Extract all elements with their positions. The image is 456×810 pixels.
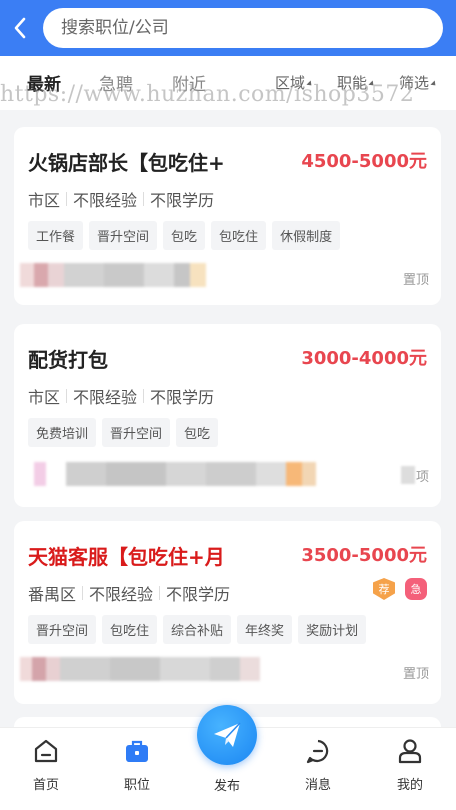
- nav-messages-label: 消息: [304, 778, 331, 793]
- divider: [143, 192, 145, 206]
- job-card[interactable]: 配货打包 3000-4000元 市区 不限经验 不限学历 免费培训 晋升空间 包…: [14, 324, 441, 507]
- job-tag: 休假制度: [272, 221, 341, 250]
- job-experience: 不限经验: [73, 191, 138, 210]
- dropdown-triangle-icon: [430, 79, 438, 88]
- job-card[interactable]: 火锅店部长【包吃住+ 4500-5000元 市区 不限经验 不限学历 工作餐 晋…: [14, 127, 441, 305]
- job-meta: 番禺区 不限经验 不限学历: [28, 581, 230, 605]
- job-experience: 不限经验: [73, 388, 138, 407]
- job-badges: 荐 急: [373, 578, 427, 600]
- job-salary: 3500-5000元: [301, 545, 427, 566]
- user-icon: [398, 739, 422, 764]
- pinned-label: 项: [415, 470, 429, 485]
- job-tag: 综合补贴: [163, 615, 232, 644]
- job-tag: 年终奖: [237, 615, 293, 644]
- job-education: 不限学历: [166, 585, 231, 604]
- dropdown-triangle-icon: [306, 79, 314, 88]
- divider: [143, 389, 145, 403]
- nav-jobs[interactable]: 职位: [107, 738, 167, 793]
- filter-region-label: 区域: [275, 74, 306, 92]
- job-title: 火锅店部长【包吃住+: [28, 151, 225, 175]
- publish-button[interactable]: [197, 705, 257, 765]
- company-info-blurred: [20, 657, 260, 681]
- divider: [82, 586, 84, 600]
- job-tags: 工作餐 晋升空间 包吃 包吃住 休假制度: [28, 221, 341, 250]
- job-tag: 晋升空间: [28, 615, 97, 644]
- search-input[interactable]: [61, 18, 443, 38]
- tab-nearby[interactable]: 附近: [172, 70, 206, 95]
- tab-latest[interactable]: 最新: [27, 70, 61, 95]
- job-tag: 包吃: [163, 221, 206, 250]
- search-box[interactable]: [43, 8, 443, 48]
- back-button[interactable]: [0, 0, 40, 56]
- job-title: 配货打包: [28, 348, 108, 372]
- job-education: 不限学历: [150, 388, 215, 407]
- job-salary: 3000-4000元: [301, 348, 427, 369]
- dropdown-triangle-icon: [368, 79, 376, 88]
- job-education: 不限学历: [150, 191, 215, 210]
- message-icon: [306, 739, 329, 764]
- filter-more[interactable]: 筛选: [399, 72, 438, 93]
- job-card[interactable]: 天猫客服【包吃住+月 3500-5000元 番禺区 不限经验 不限学历 荐 急 …: [14, 521, 441, 704]
- company-info-blurred: [20, 263, 206, 287]
- job-title: 天猫客服【包吃住+月: [28, 545, 225, 569]
- job-salary: 4500-5000元: [301, 151, 427, 172]
- briefcase-icon: [126, 740, 148, 762]
- job-tag: 晋升空间: [89, 221, 158, 250]
- job-tag: 包吃住: [211, 221, 267, 250]
- job-tag: 晋升空间: [102, 418, 171, 447]
- divider: [66, 192, 68, 206]
- chevron-left-icon: [14, 17, 26, 39]
- nav-jobs-label: 职位: [123, 778, 150, 793]
- job-tag: 奖励计划: [298, 615, 367, 644]
- job-meta: 市区 不限经验 不限学历: [28, 384, 214, 408]
- pinned-label: 置顶: [402, 273, 429, 288]
- divider: [159, 586, 161, 600]
- tab-bar: 最新 急聘 附近 区域 职能 筛选: [0, 56, 456, 110]
- job-tag: 包吃住: [102, 615, 158, 644]
- publish-label: 发布: [213, 779, 240, 794]
- job-district: 市区: [28, 388, 61, 407]
- job-district: 市区: [28, 191, 61, 210]
- blurred-block: [401, 466, 415, 484]
- filter-region[interactable]: 区域: [275, 72, 314, 93]
- divider: [66, 389, 68, 403]
- filter-more-label: 筛选: [399, 74, 430, 92]
- job-experience: 不限经验: [89, 585, 154, 604]
- filter-function-label: 职能: [337, 74, 368, 92]
- job-tag: 包吃: [176, 418, 219, 447]
- recommend-badge: 荐: [373, 578, 395, 600]
- job-meta: 市区 不限经验 不限学历: [28, 187, 214, 211]
- company-info-blurred: [34, 462, 316, 486]
- filter-function[interactable]: 职能: [337, 72, 376, 93]
- paper-plane-icon: [214, 722, 241, 747]
- home-icon: [34, 739, 58, 763]
- job-district: 番禺区: [28, 585, 77, 604]
- nav-home-label: 首页: [32, 778, 59, 793]
- tab-urgent[interactable]: 急聘: [99, 70, 133, 95]
- job-tag: 免费培训: [28, 418, 97, 447]
- job-tag: 工作餐: [28, 221, 84, 250]
- urgent-badge: 急: [405, 578, 427, 600]
- nav-home[interactable]: 首页: [16, 738, 76, 793]
- top-header: [0, 0, 456, 56]
- job-tags: 免费培训 晋升空间 包吃: [28, 418, 219, 447]
- nav-messages[interactable]: 消息: [288, 738, 348, 793]
- job-tags: 晋升空间 包吃住 综合补贴 年终奖 奖励计划: [28, 615, 367, 644]
- nav-mine-label: 我的: [396, 778, 423, 793]
- nav-mine[interactable]: 我的: [380, 738, 440, 793]
- pinned-label: 置顶: [402, 667, 429, 682]
